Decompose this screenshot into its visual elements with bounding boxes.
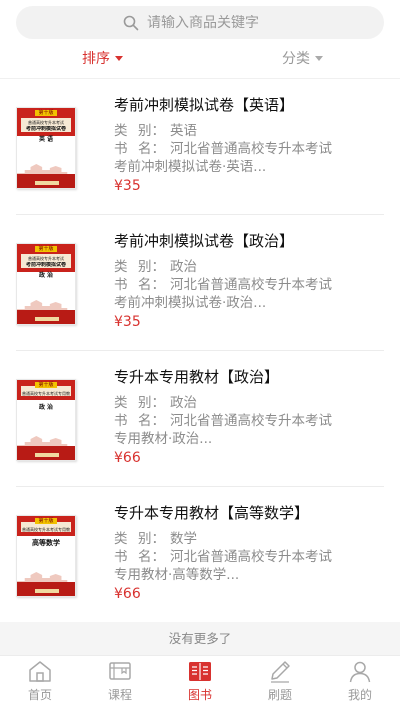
cover-subject: 英 语: [38, 136, 54, 143]
search-input[interactable]: [147, 14, 277, 31]
search-bar: [0, 0, 400, 45]
cover-line2: 考前冲刺模拟试卷: [25, 126, 66, 132]
product-price: ¥35: [114, 314, 141, 330]
cover-line1: 普通高校专升本考试: [28, 256, 64, 261]
product-name: 书名： 河北省普通高校专升本考试: [114, 413, 332, 429]
tab-practice[interactable]: 刷题: [240, 656, 320, 711]
product-item[interactable]: 第十版 普通高校专升本考试专用教材 高等数学 专升本专用教材【高等数学】 类别：…: [16, 487, 384, 623]
cover-tag: 第十版: [35, 518, 57, 524]
product-name: 书名： 河北省普通高校专升本考试: [114, 549, 332, 565]
tab-label: 首页: [27, 688, 52, 702]
product-name-cont: 专用教材·政治...: [114, 431, 213, 447]
book-cover: 第十版 普通高校专升本考试 考前冲刺模拟试卷 英 语: [16, 107, 76, 189]
tab-course[interactable]: 课程: [80, 656, 160, 711]
bottom-tabbar: 首页 课程 图书 刷题 我的: [0, 655, 400, 711]
caret-down-icon: [115, 56, 123, 61]
cover-tag: 第十版: [35, 110, 57, 116]
home-icon: [29, 661, 51, 682]
product-name: 书名： 河北省普通高校专升本考试: [114, 141, 332, 157]
cover-subject: 高等数学: [32, 539, 60, 547]
product-category: 类别： 政治: [114, 395, 197, 411]
cover-subject: 政 治: [38, 404, 54, 411]
product-item[interactable]: 第十版 普通高校专升本考试 考前冲刺模拟试卷 政 治 考前冲刺模拟试卷【政治】 …: [16, 215, 384, 351]
tab-home[interactable]: 首页: [0, 656, 80, 711]
cover-subject: 政 治: [38, 272, 54, 279]
product-name-cont: 考前冲刺模拟试卷·英语...: [114, 159, 267, 175]
product-price: ¥35: [114, 178, 141, 194]
user-icon: [349, 661, 371, 683]
product-category: 类别： 英语: [114, 123, 197, 139]
caret-down-icon: [315, 56, 323, 61]
product-category: 类别： 政治: [114, 259, 197, 275]
cover-tag: 第十版: [35, 382, 57, 388]
product-item[interactable]: 第十版 普通高校专升本考试 考前冲刺模拟试卷 英 语 考前冲刺模拟试卷【英语】 …: [16, 79, 384, 215]
filter-bar: 排序 分类: [0, 48, 400, 72]
no-more-text: 没有更多了: [0, 622, 400, 656]
product-name-cont: 考前冲刺模拟试卷·政治...: [114, 295, 267, 311]
search-box[interactable]: [16, 6, 384, 39]
sort-label: 排序: [82, 51, 110, 67]
product-category: 类别： 数学: [114, 531, 197, 547]
book-cover: 第十版 普通高校专升本考试专用教材 政 治: [16, 379, 76, 461]
tab-label: 图书: [187, 688, 212, 702]
tab-label: 刷题: [267, 688, 292, 702]
product-title: 考前冲刺模拟试卷【政治】: [114, 232, 295, 250]
book-cover: 第十版 普通高校专升本考试 考前冲刺模拟试卷 政 治: [16, 243, 76, 325]
product-item[interactable]: 第十版 普通高校专升本考试专用教材 政 治 专升本专用教材【政治】 类别： 政治 …: [16, 351, 384, 487]
search-icon: [123, 15, 139, 30]
product-list: 第十版 普通高校专升本考试 考前冲刺模拟试卷 英 语 考前冲刺模拟试卷【英语】 …: [0, 79, 400, 623]
product-title: 专升本专用教材【政治】: [114, 368, 280, 386]
category-dropdown[interactable]: 分类: [282, 48, 323, 68]
tab-books[interactable]: 图书: [160, 656, 240, 711]
product-price: ¥66: [114, 586, 141, 602]
product-price: ¥66: [114, 450, 141, 466]
cover-line1: 普通高校专升本考试: [28, 120, 64, 125]
product-name: 书名： 河北省普通高校专升本考试: [114, 277, 332, 293]
cover-line2: 考前冲刺模拟试卷: [25, 262, 66, 268]
product-name-cont: 专用教材·高等数学...: [114, 567, 240, 583]
course-icon: [109, 662, 131, 680]
cover-line1: 普通高校专升本考试专用教材: [22, 391, 70, 396]
cover-tag: 第十版: [35, 246, 57, 252]
sort-dropdown[interactable]: 排序: [82, 48, 123, 68]
cover-line1: 普通高校专升本考试专用教材: [22, 527, 70, 532]
product-title: 考前冲刺模拟试卷【英语】: [114, 96, 295, 114]
product-title: 专升本专用教材【高等数学】: [114, 504, 310, 522]
tab-label: 课程: [107, 688, 132, 702]
book-cover: 第十版 普通高校专升本考试专用教材 高等数学: [16, 515, 76, 597]
tab-mine[interactable]: 我的: [320, 656, 400, 711]
book-icon: [189, 662, 211, 681]
category-label: 分类: [282, 51, 310, 67]
tab-label: 我的: [347, 688, 372, 702]
pencil-icon: [271, 661, 290, 683]
